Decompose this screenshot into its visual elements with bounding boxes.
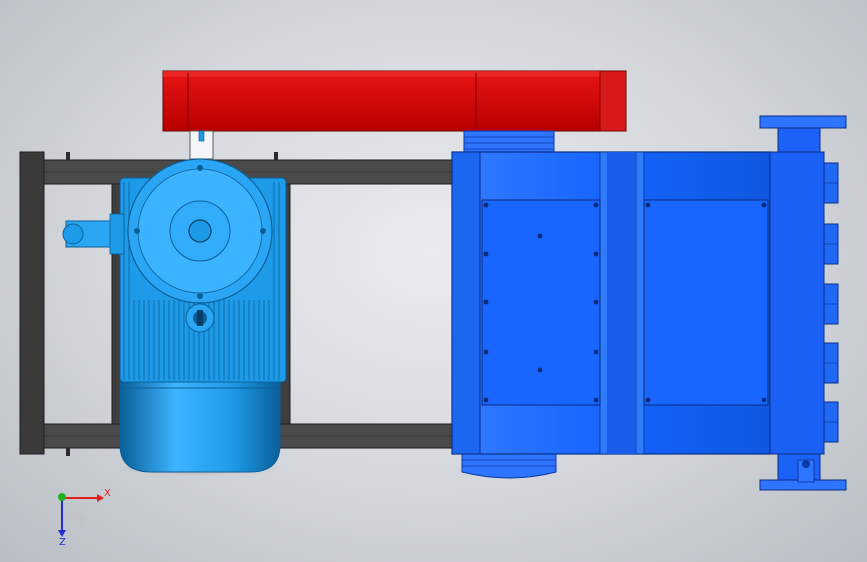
cover-bolt xyxy=(593,397,599,403)
motor-shaft-end xyxy=(188,219,212,243)
gauge-port-nut xyxy=(802,460,810,468)
belt-guard-top-edge xyxy=(163,71,626,77)
motor-fan-cover[interactable] xyxy=(119,381,281,473)
frame-mount-tab xyxy=(274,152,278,160)
belt-guard-end-cap xyxy=(599,70,627,132)
cover-bolt xyxy=(645,397,651,403)
frame-left-end-plate[interactable] xyxy=(19,151,45,455)
pump-center-channel xyxy=(608,152,636,454)
flange-bolt xyxy=(197,293,203,299)
flange-bolt xyxy=(134,228,140,234)
z-axis-arrow xyxy=(58,530,66,537)
z-axis-label: Z xyxy=(59,537,66,548)
suction-flange-top[interactable] xyxy=(759,115,847,129)
x-axis-arrow xyxy=(97,494,104,502)
valve-caps xyxy=(823,162,839,443)
cable-gland xyxy=(62,223,84,245)
flange-bolt xyxy=(197,165,203,171)
fluid-end-block[interactable] xyxy=(769,151,825,455)
terminal-box-neck xyxy=(109,213,125,255)
belt-guard-body[interactable] xyxy=(162,70,627,132)
cover-bolt xyxy=(483,349,489,355)
cover-bolt xyxy=(537,233,543,239)
plunger-pump[interactable] xyxy=(451,115,847,491)
inspection-cover-left[interactable] xyxy=(481,199,601,406)
cover-bolt xyxy=(483,251,489,257)
frame-mount-tab xyxy=(66,448,70,456)
cover-bolt xyxy=(761,397,767,403)
cover-bolt xyxy=(593,349,599,355)
cover-bolt xyxy=(593,202,599,208)
shaft-key xyxy=(198,130,205,142)
flange-bolt xyxy=(260,228,266,234)
pump-pulley-bottom[interactable] xyxy=(461,453,557,479)
y-axis-dot xyxy=(58,493,66,501)
cover-bolt xyxy=(537,367,543,373)
cover-bolt xyxy=(483,299,489,305)
lifting-eye-slot xyxy=(197,310,203,326)
pump-rib xyxy=(635,151,645,455)
cover-bolt xyxy=(761,202,767,208)
cover-bolt xyxy=(483,202,489,208)
inspection-cover-right[interactable] xyxy=(643,199,769,406)
model-canvas[interactable]: X Z xyxy=(0,0,867,562)
cover-bolt xyxy=(645,202,651,208)
pump-pulley-top[interactable] xyxy=(463,130,555,154)
belt-guard[interactable] xyxy=(162,70,627,132)
cover-bolt xyxy=(483,397,489,403)
coordinate-triad: X Z xyxy=(58,488,111,548)
frame-mount-tab xyxy=(66,152,70,160)
cover-bolt xyxy=(593,251,599,257)
pump-bearing-housing xyxy=(451,151,481,455)
cad-viewport[interactable]: X Z xyxy=(0,0,867,562)
fluid-end-manifold xyxy=(777,127,821,153)
x-axis-label: X xyxy=(104,488,111,499)
cover-bolt xyxy=(593,299,599,305)
pump-rib xyxy=(599,151,609,455)
